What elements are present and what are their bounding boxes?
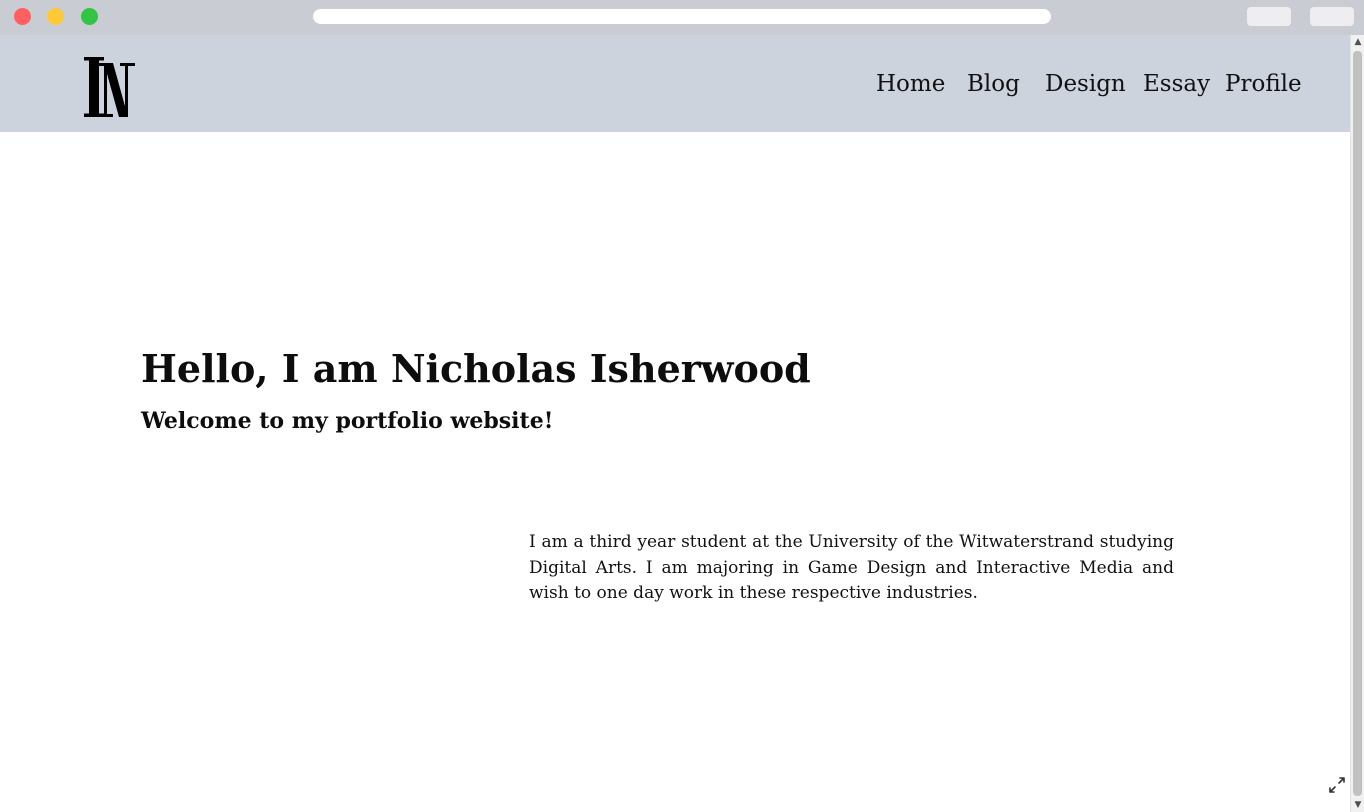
- nav-link-home[interactable]: Home: [876, 67, 945, 101]
- nav-link-blog[interactable]: Blog: [967, 67, 1020, 101]
- page-title: Hello, I am Nicholas Isherwood: [141, 346, 811, 391]
- nav-link-profile[interactable]: Profile: [1225, 67, 1302, 101]
- nav-link-essay[interactable]: Essay: [1143, 67, 1210, 101]
- site-header: Home Blog Design Essay Profile: [0, 35, 1350, 132]
- close-window-button[interactable]: [14, 8, 31, 25]
- scroll-up-arrow-icon[interactable]: ▲: [1351, 35, 1364, 49]
- toolbar-button[interactable]: [1310, 7, 1354, 26]
- page-subtitle: Welcome to my portfolio website!: [141, 408, 554, 434]
- maximize-window-button[interactable]: [81, 8, 98, 25]
- expand-arrows-icon: [1329, 777, 1345, 793]
- nav-link-design[interactable]: Design: [1045, 67, 1126, 101]
- browser-toolbar: [0, 0, 1364, 35]
- toolbar-button[interactable]: [1247, 7, 1291, 26]
- address-bar[interactable]: [313, 9, 1051, 24]
- scroll-down-arrow-icon[interactable]: ▼: [1351, 798, 1364, 812]
- expand-icon[interactable]: [1326, 774, 1348, 796]
- main-nav: Home Blog Design Essay Profile: [0, 67, 1350, 101]
- vertical-scrollbar[interactable]: ▲ ▼: [1350, 35, 1364, 812]
- bio-paragraph: I am a third year student at the Univers…: [529, 532, 1174, 603]
- minimize-window-button[interactable]: [47, 8, 64, 25]
- scrollbar-thumb[interactable]: [1353, 51, 1362, 796]
